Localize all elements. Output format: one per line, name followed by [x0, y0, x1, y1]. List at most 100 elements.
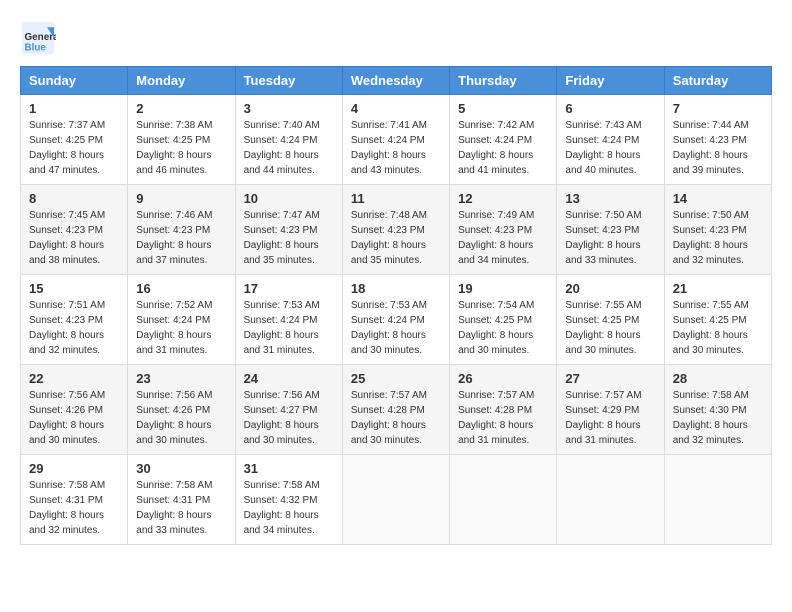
day-number: 8 [29, 191, 119, 206]
daylight-label: Daylight: 8 hours and 31 minutes. [458, 420, 533, 446]
day-info: Sunrise: 7:58 AM Sunset: 4:31 PM Dayligh… [29, 478, 119, 538]
sunrise-label: Sunrise: 7:44 AM [673, 120, 749, 131]
day-number: 27 [565, 371, 655, 386]
calendar-day-cell: 22 Sunrise: 7:56 AM Sunset: 4:26 PM Dayl… [21, 365, 128, 455]
day-number: 9 [136, 191, 226, 206]
day-number: 14 [673, 191, 763, 206]
day-info: Sunrise: 7:57 AM Sunset: 4:28 PM Dayligh… [351, 388, 441, 448]
sunset-label: Sunset: 4:31 PM [29, 495, 103, 506]
calendar-day-cell: 19 Sunrise: 7:54 AM Sunset: 4:25 PM Dayl… [450, 275, 557, 365]
day-info: Sunrise: 7:37 AM Sunset: 4:25 PM Dayligh… [29, 118, 119, 178]
calendar-week-row: 22 Sunrise: 7:56 AM Sunset: 4:26 PM Dayl… [21, 365, 772, 455]
daylight-label: Daylight: 8 hours and 30 minutes. [244, 420, 319, 446]
sunset-label: Sunset: 4:23 PM [565, 225, 639, 236]
calendar-day-cell [664, 455, 771, 545]
calendar-day-cell: 4 Sunrise: 7:41 AM Sunset: 4:24 PM Dayli… [342, 95, 449, 185]
day-number: 24 [244, 371, 334, 386]
day-info: Sunrise: 7:58 AM Sunset: 4:30 PM Dayligh… [673, 388, 763, 448]
sunset-label: Sunset: 4:28 PM [458, 405, 532, 416]
sunrise-label: Sunrise: 7:49 AM [458, 210, 534, 221]
day-info: Sunrise: 7:46 AM Sunset: 4:23 PM Dayligh… [136, 208, 226, 268]
calendar-day-cell: 26 Sunrise: 7:57 AM Sunset: 4:28 PM Dayl… [450, 365, 557, 455]
sunrise-label: Sunrise: 7:58 AM [244, 480, 320, 491]
sunrise-label: Sunrise: 7:37 AM [29, 120, 105, 131]
daylight-label: Daylight: 8 hours and 33 minutes. [565, 240, 640, 266]
col-tuesday: Tuesday [235, 67, 342, 95]
day-number: 3 [244, 101, 334, 116]
daylight-label: Daylight: 8 hours and 47 minutes. [29, 150, 104, 176]
sunrise-label: Sunrise: 7:46 AM [136, 210, 212, 221]
day-number: 12 [458, 191, 548, 206]
sunset-label: Sunset: 4:27 PM [244, 405, 318, 416]
day-number: 25 [351, 371, 441, 386]
sunset-label: Sunset: 4:24 PM [458, 135, 532, 146]
sunrise-label: Sunrise: 7:58 AM [29, 480, 105, 491]
daylight-label: Daylight: 8 hours and 30 minutes. [673, 330, 748, 356]
sunrise-label: Sunrise: 7:50 AM [565, 210, 641, 221]
day-info: Sunrise: 7:41 AM Sunset: 4:24 PM Dayligh… [351, 118, 441, 178]
sunrise-label: Sunrise: 7:56 AM [244, 390, 320, 401]
calendar-day-cell: 14 Sunrise: 7:50 AM Sunset: 4:23 PM Dayl… [664, 185, 771, 275]
svg-text:Blue: Blue [25, 43, 47, 54]
sunset-label: Sunset: 4:30 PM [673, 405, 747, 416]
day-info: Sunrise: 7:52 AM Sunset: 4:24 PM Dayligh… [136, 298, 226, 358]
day-info: Sunrise: 7:42 AM Sunset: 4:24 PM Dayligh… [458, 118, 548, 178]
calendar-day-cell: 11 Sunrise: 7:48 AM Sunset: 4:23 PM Dayl… [342, 185, 449, 275]
sunrise-label: Sunrise: 7:54 AM [458, 300, 534, 311]
sunset-label: Sunset: 4:24 PM [565, 135, 639, 146]
day-number: 17 [244, 281, 334, 296]
sunrise-label: Sunrise: 7:38 AM [136, 120, 212, 131]
day-number: 18 [351, 281, 441, 296]
day-info: Sunrise: 7:50 AM Sunset: 4:23 PM Dayligh… [565, 208, 655, 268]
sunrise-label: Sunrise: 7:55 AM [673, 300, 749, 311]
day-number: 26 [458, 371, 548, 386]
calendar-day-cell: 20 Sunrise: 7:55 AM Sunset: 4:25 PM Dayl… [557, 275, 664, 365]
day-number: 30 [136, 461, 226, 476]
calendar-day-cell: 16 Sunrise: 7:52 AM Sunset: 4:24 PM Dayl… [128, 275, 235, 365]
calendar-day-cell: 1 Sunrise: 7:37 AM Sunset: 4:25 PM Dayli… [21, 95, 128, 185]
sunset-label: Sunset: 4:24 PM [244, 135, 318, 146]
sunrise-label: Sunrise: 7:43 AM [565, 120, 641, 131]
sunset-label: Sunset: 4:25 PM [136, 135, 210, 146]
daylight-label: Daylight: 8 hours and 44 minutes. [244, 150, 319, 176]
sunset-label: Sunset: 4:26 PM [29, 405, 103, 416]
daylight-label: Daylight: 8 hours and 31 minutes. [136, 330, 211, 356]
daylight-label: Daylight: 8 hours and 30 minutes. [458, 330, 533, 356]
sunset-label: Sunset: 4:23 PM [458, 225, 532, 236]
sunrise-label: Sunrise: 7:57 AM [351, 390, 427, 401]
daylight-label: Daylight: 8 hours and 30 minutes. [351, 330, 426, 356]
day-info: Sunrise: 7:55 AM Sunset: 4:25 PM Dayligh… [565, 298, 655, 358]
daylight-label: Daylight: 8 hours and 32 minutes. [673, 240, 748, 266]
daylight-label: Daylight: 8 hours and 31 minutes. [244, 330, 319, 356]
sunrise-label: Sunrise: 7:58 AM [673, 390, 749, 401]
calendar-table: Sunday Monday Tuesday Wednesday Thursday… [20, 66, 772, 545]
sunset-label: Sunset: 4:24 PM [244, 315, 318, 326]
day-number: 22 [29, 371, 119, 386]
sunset-label: Sunset: 4:24 PM [136, 315, 210, 326]
daylight-label: Daylight: 8 hours and 34 minutes. [244, 510, 319, 536]
calendar-day-cell: 7 Sunrise: 7:44 AM Sunset: 4:23 PM Dayli… [664, 95, 771, 185]
day-number: 5 [458, 101, 548, 116]
day-info: Sunrise: 7:51 AM Sunset: 4:23 PM Dayligh… [29, 298, 119, 358]
day-info: Sunrise: 7:54 AM Sunset: 4:25 PM Dayligh… [458, 298, 548, 358]
daylight-label: Daylight: 8 hours and 37 minutes. [136, 240, 211, 266]
calendar-day-cell: 30 Sunrise: 7:58 AM Sunset: 4:31 PM Dayl… [128, 455, 235, 545]
calendar-day-cell: 9 Sunrise: 7:46 AM Sunset: 4:23 PM Dayli… [128, 185, 235, 275]
day-info: Sunrise: 7:56 AM Sunset: 4:27 PM Dayligh… [244, 388, 334, 448]
sunset-label: Sunset: 4:23 PM [351, 225, 425, 236]
daylight-label: Daylight: 8 hours and 30 minutes. [29, 420, 104, 446]
calendar-day-cell: 21 Sunrise: 7:55 AM Sunset: 4:25 PM Dayl… [664, 275, 771, 365]
col-sunday: Sunday [21, 67, 128, 95]
sunset-label: Sunset: 4:31 PM [136, 495, 210, 506]
page-header: General Blue [20, 20, 772, 56]
col-saturday: Saturday [664, 67, 771, 95]
sunset-label: Sunset: 4:25 PM [565, 315, 639, 326]
day-info: Sunrise: 7:45 AM Sunset: 4:23 PM Dayligh… [29, 208, 119, 268]
calendar-day-cell: 13 Sunrise: 7:50 AM Sunset: 4:23 PM Dayl… [557, 185, 664, 275]
day-info: Sunrise: 7:48 AM Sunset: 4:23 PM Dayligh… [351, 208, 441, 268]
calendar-day-cell: 8 Sunrise: 7:45 AM Sunset: 4:23 PM Dayli… [21, 185, 128, 275]
sunset-label: Sunset: 4:28 PM [351, 405, 425, 416]
daylight-label: Daylight: 8 hours and 39 minutes. [673, 150, 748, 176]
day-number: 28 [673, 371, 763, 386]
day-number: 19 [458, 281, 548, 296]
